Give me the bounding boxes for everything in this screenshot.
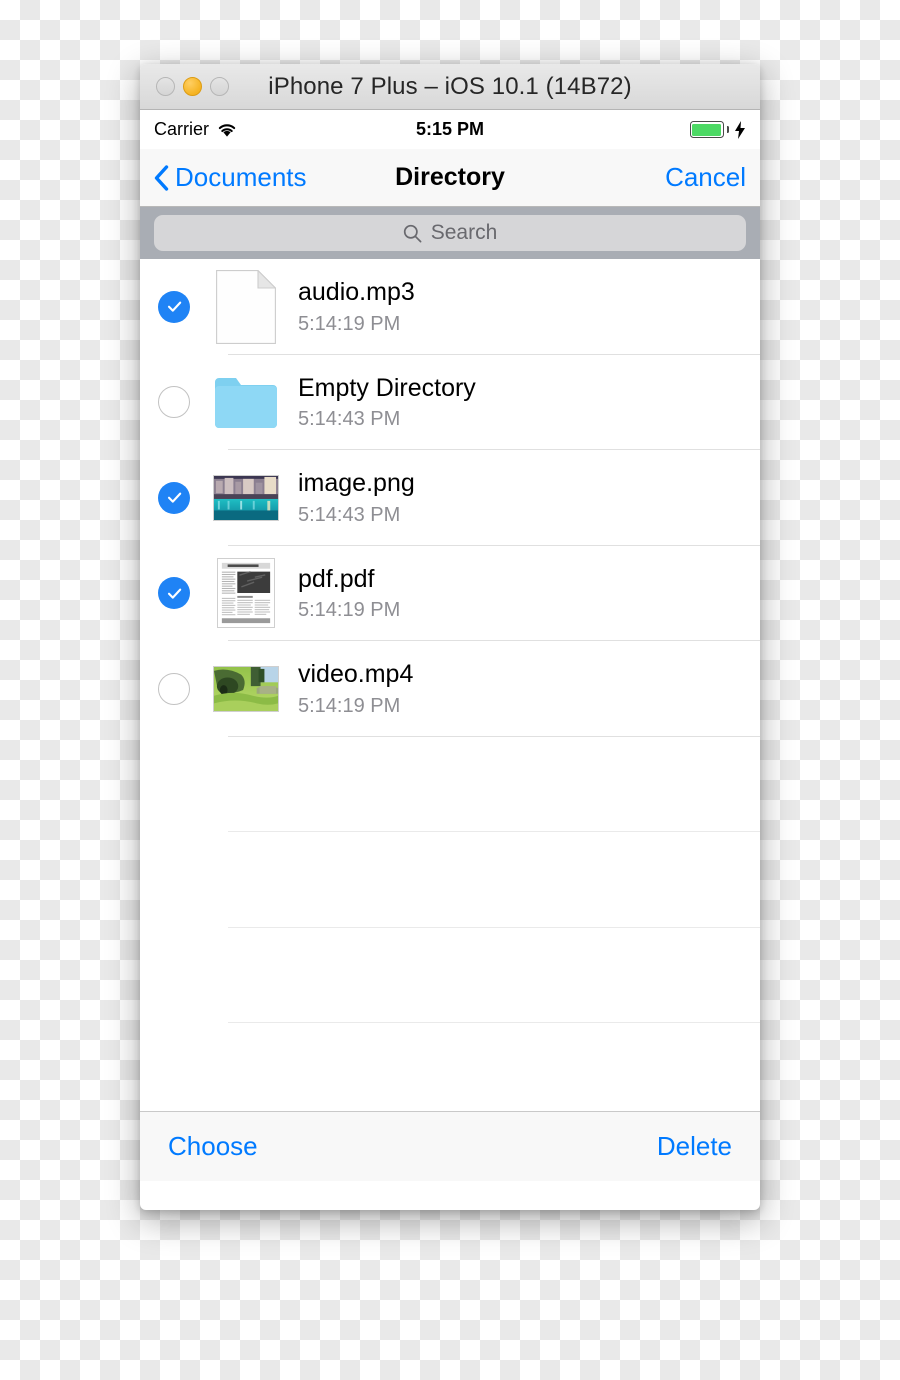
- choose-button[interactable]: Choose: [168, 1131, 258, 1162]
- row-checkbox-selected[interactable]: [158, 290, 190, 323]
- checkmark-icon: [167, 588, 181, 599]
- row-thumbnail: [208, 269, 284, 344]
- row-text: video.mp4 5:14:19 PM: [298, 660, 413, 718]
- bottom-toolbar: Choose Delete: [140, 1111, 760, 1181]
- carrier-group: Carrier: [154, 119, 238, 140]
- row-thumbnail: [208, 374, 284, 430]
- navigation-bar: Documents Directory Cancel: [140, 149, 760, 207]
- row-checkbox-selected[interactable]: [158, 577, 190, 610]
- cancel-button[interactable]: Cancel: [665, 162, 746, 193]
- row-thumbnail: [208, 558, 284, 629]
- table-row[interactable]: video.mp4 5:14:19 PM: [140, 641, 760, 737]
- window-titlebar[interactable]: iPhone 7 Plus – iOS 10.1 (14B72): [140, 64, 760, 110]
- row-thumbnail: [208, 474, 284, 521]
- table-row[interactable]: image.png 5:14:43 PM: [140, 450, 760, 546]
- zoom-button[interactable]: [210, 77, 229, 96]
- search-bar-container: Search: [140, 207, 760, 259]
- file-list[interactable]: audio.mp3 5:14:19 PM Empty Directory 5:1…: [140, 259, 760, 1111]
- wifi-icon: [218, 124, 236, 137]
- row-thumbnail: [208, 665, 284, 712]
- folder-icon: [215, 378, 277, 429]
- image-thumbnail: [213, 474, 279, 521]
- empty-row: [140, 928, 760, 1023]
- checkmark-icon: [167, 301, 181, 312]
- carrier-label: Carrier: [154, 119, 210, 139]
- empty-row: [140, 737, 760, 832]
- file-name: pdf.pdf: [298, 564, 375, 593]
- delete-button[interactable]: Delete: [657, 1131, 732, 1162]
- file-date: 5:14:19 PM: [298, 599, 401, 621]
- back-button[interactable]: Documents: [154, 162, 307, 193]
- search-placeholder: Search: [430, 221, 498, 244]
- file-name: Empty Directory: [298, 373, 476, 402]
- ios-status-bar: Carrier 5:15 PM: [140, 110, 760, 149]
- file-name: video.mp4: [298, 660, 414, 688]
- table-row[interactable]: Empty Directory 5:14:43 PM: [140, 355, 760, 450]
- simulator-window: iPhone 7 Plus – iOS 10.1 (14B72) Carrier…: [140, 64, 760, 1210]
- file-name: audio.mp3: [298, 278, 415, 306]
- window-title: iPhone 7 Plus – iOS 10.1 (14B72): [268, 72, 632, 100]
- row-text: Empty Directory 5:14:43 PM: [298, 374, 476, 432]
- search-icon: [403, 224, 422, 242]
- battery-icon: [689, 121, 724, 138]
- row-text: audio.mp3 5:14:19 PM: [298, 278, 415, 336]
- file-date: 5:14:43 PM: [298, 408, 401, 430]
- empty-row: [140, 1023, 760, 1111]
- minimize-button[interactable]: [183, 77, 202, 96]
- file-date: 5:14:19 PM: [298, 312, 401, 335]
- battery-indicator: [689, 120, 747, 139]
- lightning-bolt-icon: [735, 120, 745, 139]
- row-checkbox-unselected[interactable]: [158, 386, 190, 419]
- table-row[interactable]: pdf.pdf 5:14:19 PM: [140, 546, 760, 641]
- video-thumbnail: [213, 665, 279, 712]
- window-controls: [156, 77, 229, 96]
- empty-row: [140, 832, 760, 928]
- checkmark-icon: [167, 492, 181, 503]
- chevron-left-icon: [154, 164, 169, 191]
- close-button[interactable]: [156, 77, 175, 96]
- row-text: image.png 5:14:43 PM: [298, 469, 415, 527]
- table-row[interactable]: audio.mp3 5:14:19 PM: [140, 259, 760, 355]
- file-date: 5:14:43 PM: [298, 503, 401, 526]
- pdf-thumbnail: [217, 558, 275, 629]
- row-checkbox-selected[interactable]: [158, 481, 190, 514]
- file-name: image.png: [298, 469, 415, 497]
- document-icon: [216, 269, 276, 344]
- back-button-label: Documents: [175, 162, 307, 192]
- row-text: pdf.pdf 5:14:19 PM: [298, 565, 400, 623]
- file-date: 5:14:19 PM: [298, 694, 401, 717]
- row-checkbox-unselected[interactable]: [158, 672, 190, 705]
- search-input[interactable]: Search: [154, 215, 746, 251]
